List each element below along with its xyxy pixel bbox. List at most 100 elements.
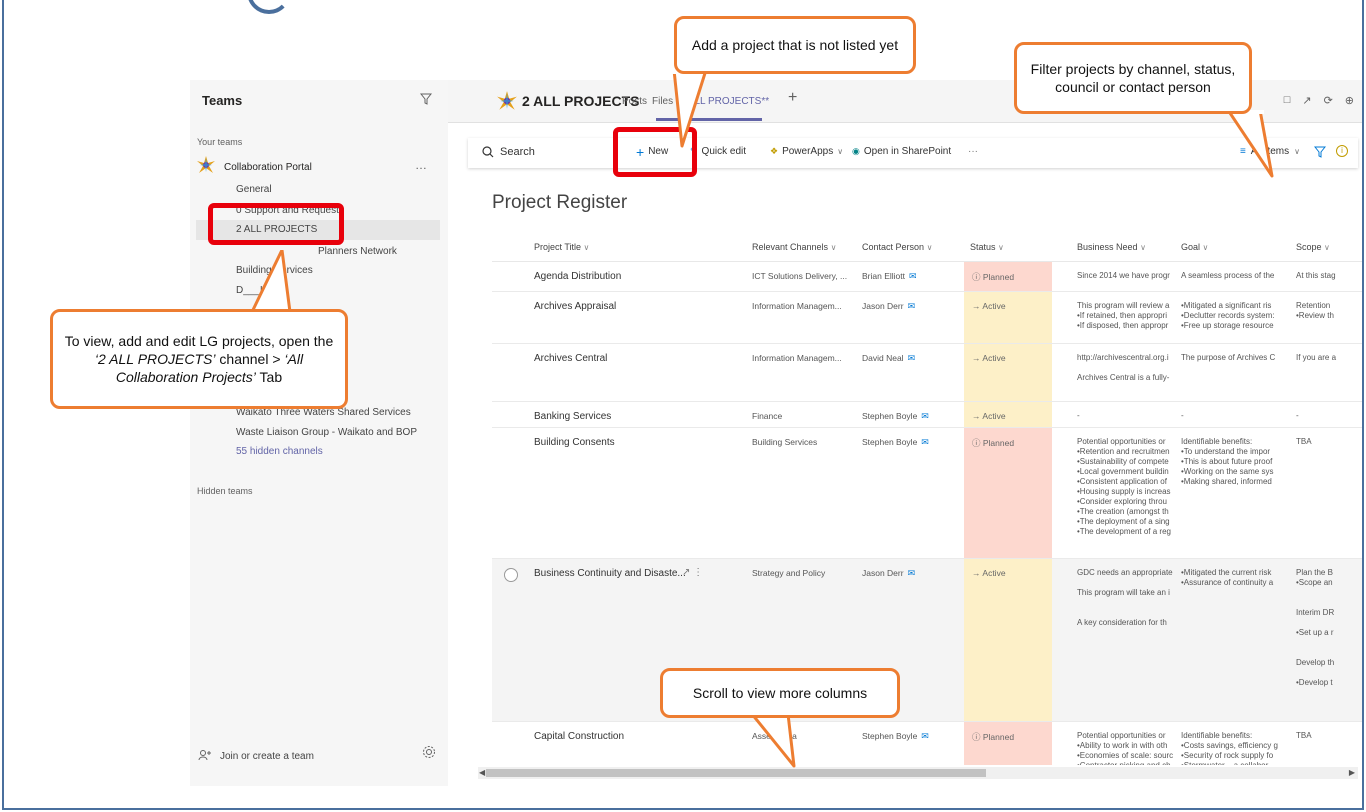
cell-contact-person[interactable]: Stephen Boyle ✉ bbox=[862, 411, 972, 422]
refresh-icon[interactable]: ⟳ bbox=[1324, 94, 1333, 107]
cell-project-title[interactable]: Capital Construction bbox=[534, 731, 734, 742]
filter-icon[interactable] bbox=[419, 92, 433, 110]
row-select-radio[interactable] bbox=[504, 568, 518, 582]
cell-business-need-line: •Sustainability of compete bbox=[1077, 457, 1169, 466]
cell-scope-line: - bbox=[1296, 411, 1299, 420]
main-pane: 2 ALL PROJECTS Posts Files **ALL PROJECT… bbox=[448, 80, 1362, 786]
cell-status: → Active bbox=[964, 344, 1052, 401]
expand-icon[interactable]: ↗ bbox=[1302, 94, 1311, 107]
cell-scope-line bbox=[1296, 598, 1362, 608]
cell-goal-line: •This is about future proof bbox=[1181, 457, 1273, 466]
col-header-goal[interactable]: Goal ∨ bbox=[1181, 242, 1208, 252]
powerapps-button[interactable]: ❖ PowerApps ∨ bbox=[770, 146, 843, 157]
table-row[interactable]: Archives Central Information Managem... Da… bbox=[492, 344, 1362, 402]
table-row[interactable]: Banking Services Finance Stephen Boyle ✉ → A… bbox=[492, 402, 1362, 428]
mail-icon[interactable]: ✉ bbox=[908, 568, 916, 578]
project-grid: Project Title ∨ Relevant Channels ∨ Cont… bbox=[492, 235, 1362, 765]
cell-relevant-channels: Strategy and Policy bbox=[752, 568, 826, 578]
open-sharepoint-button[interactable]: ◉ Open in SharePoint bbox=[852, 146, 951, 157]
info-icon[interactable]: i bbox=[1336, 145, 1348, 157]
cell-business-need-line: http://archivescentral.org.i bbox=[1077, 353, 1169, 362]
cell-project-title[interactable]: Archives Appraisal bbox=[534, 301, 734, 312]
cell-business-need-line bbox=[1077, 578, 1173, 588]
search-box[interactable]: Search bbox=[482, 146, 535, 158]
cell-project-title[interactable]: Building Consents bbox=[534, 437, 734, 448]
cell-scope-line: Plan the B bbox=[1296, 568, 1333, 577]
conversation-icon[interactable]: □ bbox=[1284, 94, 1291, 107]
cell-relevant-channels: Information Managem... bbox=[752, 301, 842, 311]
tab-posts[interactable]: Posts bbox=[622, 96, 647, 107]
join-create-team-button[interactable]: Join or create a team bbox=[198, 749, 314, 764]
cell-scope-line: If you are a bbox=[1296, 353, 1337, 362]
channel-waste-liaison[interactable]: Waste Liaison Group - Waikato and BOP bbox=[236, 427, 417, 438]
cell-goal-line: •Working on the same sys bbox=[1181, 467, 1274, 476]
cell-contact-person[interactable]: Jason Derr ✉ bbox=[862, 568, 972, 579]
search-placeholder: Search bbox=[500, 146, 535, 158]
cell-goal: - bbox=[1181, 411, 1281, 427]
col-header-business-need[interactable]: Business Need ∨ bbox=[1077, 242, 1146, 252]
mail-icon[interactable]: ✉ bbox=[908, 301, 916, 311]
more-commands-button[interactable]: ··· bbox=[968, 146, 978, 157]
cell-project-title[interactable]: Banking Services bbox=[534, 411, 734, 422]
scroll-thumb[interactable] bbox=[486, 769, 986, 777]
cell-scope-line: •Set up a r bbox=[1296, 628, 1334, 637]
table-row[interactable]: Agenda Distribution ICT Solutions Deliver… bbox=[492, 262, 1362, 292]
cell-scope-line: At this stag bbox=[1296, 271, 1336, 280]
cell-business-need-line: Since 2014 we have progr bbox=[1077, 271, 1170, 280]
cell-business-need-line: Potential opportunities or bbox=[1077, 437, 1166, 446]
col-header-status[interactable]: Status ∨ bbox=[970, 242, 1004, 252]
mail-icon[interactable]: ✉ bbox=[908, 353, 916, 363]
channel-general[interactable]: General bbox=[236, 184, 272, 195]
col-header-contact-person[interactable]: Contact Person ∨ bbox=[862, 242, 932, 252]
contact-person-name: Jason Derr bbox=[862, 301, 904, 311]
cell-business-need-line: •Consider exploring throu bbox=[1077, 497, 1167, 506]
table-row[interactable]: Business Continuity and Disaste... ↗ ⋮ Str… bbox=[492, 559, 1362, 722]
cell-contact-person[interactable]: Jason Derr ✉ bbox=[862, 301, 972, 312]
callout-view-projects: To view, add and edit LG projects, open … bbox=[50, 309, 348, 409]
callout-view-line1: To view, add and edit LG projects, open … bbox=[64, 333, 334, 349]
row-share-more-icons[interactable]: ↗ ⋮ bbox=[682, 567, 703, 578]
cell-project-title[interactable]: Archives Central bbox=[534, 353, 734, 364]
table-row[interactable]: Capital ConstructionAsset ManaStephen Bo… bbox=[492, 722, 1362, 765]
mail-icon[interactable]: ✉ bbox=[921, 437, 929, 447]
hidden-channels-link[interactable]: 55 hidden channels bbox=[236, 446, 323, 457]
team-collaboration-portal[interactable]: Collaboration Portal … bbox=[196, 155, 440, 178]
page-title: Project Register bbox=[492, 192, 628, 213]
gear-icon[interactable] bbox=[422, 745, 436, 764]
callout-tail-filter bbox=[1226, 110, 1274, 178]
col-header-scope[interactable]: Scope ∨ bbox=[1296, 242, 1330, 252]
cell-goal-line: - bbox=[1181, 411, 1184, 420]
mail-icon[interactable]: ✉ bbox=[909, 271, 917, 281]
scroll-left-icon[interactable]: ◀ bbox=[479, 768, 485, 777]
cell-goal-line: The purpose of Archives C bbox=[1181, 353, 1276, 362]
cell-contact-person[interactable]: Stephen Boyle ✉ bbox=[862, 731, 972, 742]
cell-project-title[interactable]: Agenda Distribution bbox=[534, 271, 734, 282]
table-row[interactable]: Archives Appraisal Information Managem...… bbox=[492, 292, 1362, 344]
status-label: Active bbox=[982, 568, 1006, 578]
horizontal-scrollbar[interactable]: ◀ ▶ bbox=[478, 767, 1358, 779]
table-row[interactable]: Building Consents Building Services Stephe… bbox=[492, 428, 1362, 559]
cell-business-need-line: •The deployment of a sing bbox=[1077, 517, 1170, 526]
cell-contact-person[interactable]: Stephen Boyle ✉ bbox=[862, 437, 972, 448]
cell-scope-line bbox=[1296, 618, 1362, 628]
scroll-right-icon[interactable]: ▶ bbox=[1349, 768, 1355, 777]
cell-contact-person[interactable]: David Neal ✉ bbox=[862, 353, 972, 364]
channel-logo-icon bbox=[496, 90, 518, 117]
cell-goal-line: •Stormwater – a collabor bbox=[1181, 761, 1281, 765]
mail-icon[interactable]: ✉ bbox=[921, 411, 929, 421]
cell-status: ⓘ Planned bbox=[964, 722, 1052, 765]
cell-goal-line: •Assurance of continuity a bbox=[1181, 578, 1274, 587]
cell-project-title[interactable]: Business Continuity and Disaste... bbox=[534, 568, 734, 579]
team-more-icon[interactable]: … bbox=[415, 158, 428, 172]
col-header-relevant-channels[interactable]: Relevant Channels ∨ bbox=[752, 242, 836, 252]
cell-scope: Retention •Review th bbox=[1296, 301, 1362, 343]
chevron-down-icon: ∨ bbox=[837, 147, 844, 156]
channel-planners-network[interactable]: Planners Network bbox=[318, 246, 397, 257]
cell-contact-person[interactable]: Brian Elliott ✉ bbox=[862, 271, 972, 282]
col-header-project-title[interactable]: Project Title ∨ bbox=[534, 242, 589, 252]
contact-person-name: Stephen Boyle bbox=[862, 411, 918, 421]
add-tab-button[interactable]: + bbox=[788, 89, 797, 107]
globe-icon[interactable]: ⊕ bbox=[1345, 94, 1354, 107]
mail-icon[interactable]: ✉ bbox=[921, 731, 929, 741]
filter-icon[interactable] bbox=[1313, 145, 1327, 163]
